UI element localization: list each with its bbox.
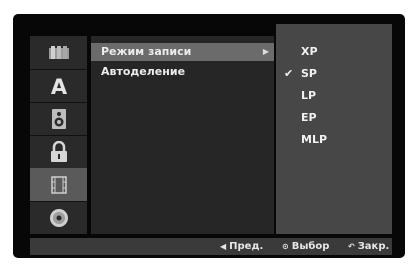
category-sidebar: A: [30, 36, 87, 234]
option-auto-chapter[interactable]: Автоделение: [91, 63, 274, 81]
sidebar-item-audio[interactable]: [30, 102, 87, 136]
sidebar-item-disc[interactable]: [30, 201, 87, 234]
tv-screen: A Режим записи ▶ Автоделение XP ✔ SP LP …: [13, 14, 405, 258]
option-label: Автоделение: [101, 65, 186, 78]
hint-prev: ◀ Пред.: [220, 238, 263, 255]
value-label: SP: [301, 67, 317, 80]
speaker-icon: [51, 108, 66, 129]
hint-select-label: Выбор: [291, 241, 330, 252]
sidebar-item-record[interactable]: [30, 168, 87, 202]
padlock-icon: [50, 140, 67, 162]
hint-close-label: Закр.: [357, 241, 390, 252]
sidebar-item-video[interactable]: [30, 36, 87, 70]
hint-prev-label: Пред.: [229, 241, 264, 252]
return-icon: ↶: [348, 242, 355, 251]
value-item[interactable]: LP: [276, 87, 392, 105]
checkmark-icon: ✔: [284, 67, 294, 80]
value-item[interactable]: MLP: [276, 131, 392, 149]
sidebar-item-language[interactable]: A: [30, 69, 87, 103]
setup-menu: A Режим записи ▶ Автоделение XP ✔ SP LP …: [30, 24, 392, 255]
options-panel: Режим записи ▶ Автоделение: [91, 36, 274, 234]
film-strip-icon: [50, 175, 67, 194]
value-label: XP: [301, 45, 318, 58]
hint-bar: ◀ Пред. ⊙ Выбор ↶ Закр.: [30, 238, 392, 255]
disc-icon: [49, 208, 68, 227]
hint-select: ⊙ Выбор: [282, 238, 329, 255]
svg-text:A: A: [50, 75, 67, 97]
sidebar-item-lock[interactable]: [30, 135, 87, 169]
left-arrow-icon: ◀: [220, 242, 227, 251]
value-item[interactable]: XP: [276, 43, 392, 61]
enter-circle-icon: ⊙: [282, 242, 289, 251]
value-label: EP: [301, 111, 317, 124]
value-item[interactable]: EP: [276, 109, 392, 127]
submenu-arrow-icon: ▶: [262, 47, 269, 56]
option-label: Режим записи: [101, 45, 192, 58]
film-frames-icon: [48, 45, 69, 59]
option-record-mode[interactable]: Режим записи ▶: [91, 43, 274, 61]
value-item-selected[interactable]: ✔ SP: [276, 65, 392, 83]
screenshot-frame: A Режим записи ▶ Автоделение XP ✔ SP LP …: [0, 0, 420, 269]
value-label: MLP: [301, 133, 328, 146]
hint-close: ↶ Закр.: [348, 238, 389, 255]
value-label: LP: [301, 89, 317, 102]
values-panel: XP ✔ SP LP EP MLP: [276, 24, 392, 234]
letter-a-icon: A: [50, 75, 67, 97]
